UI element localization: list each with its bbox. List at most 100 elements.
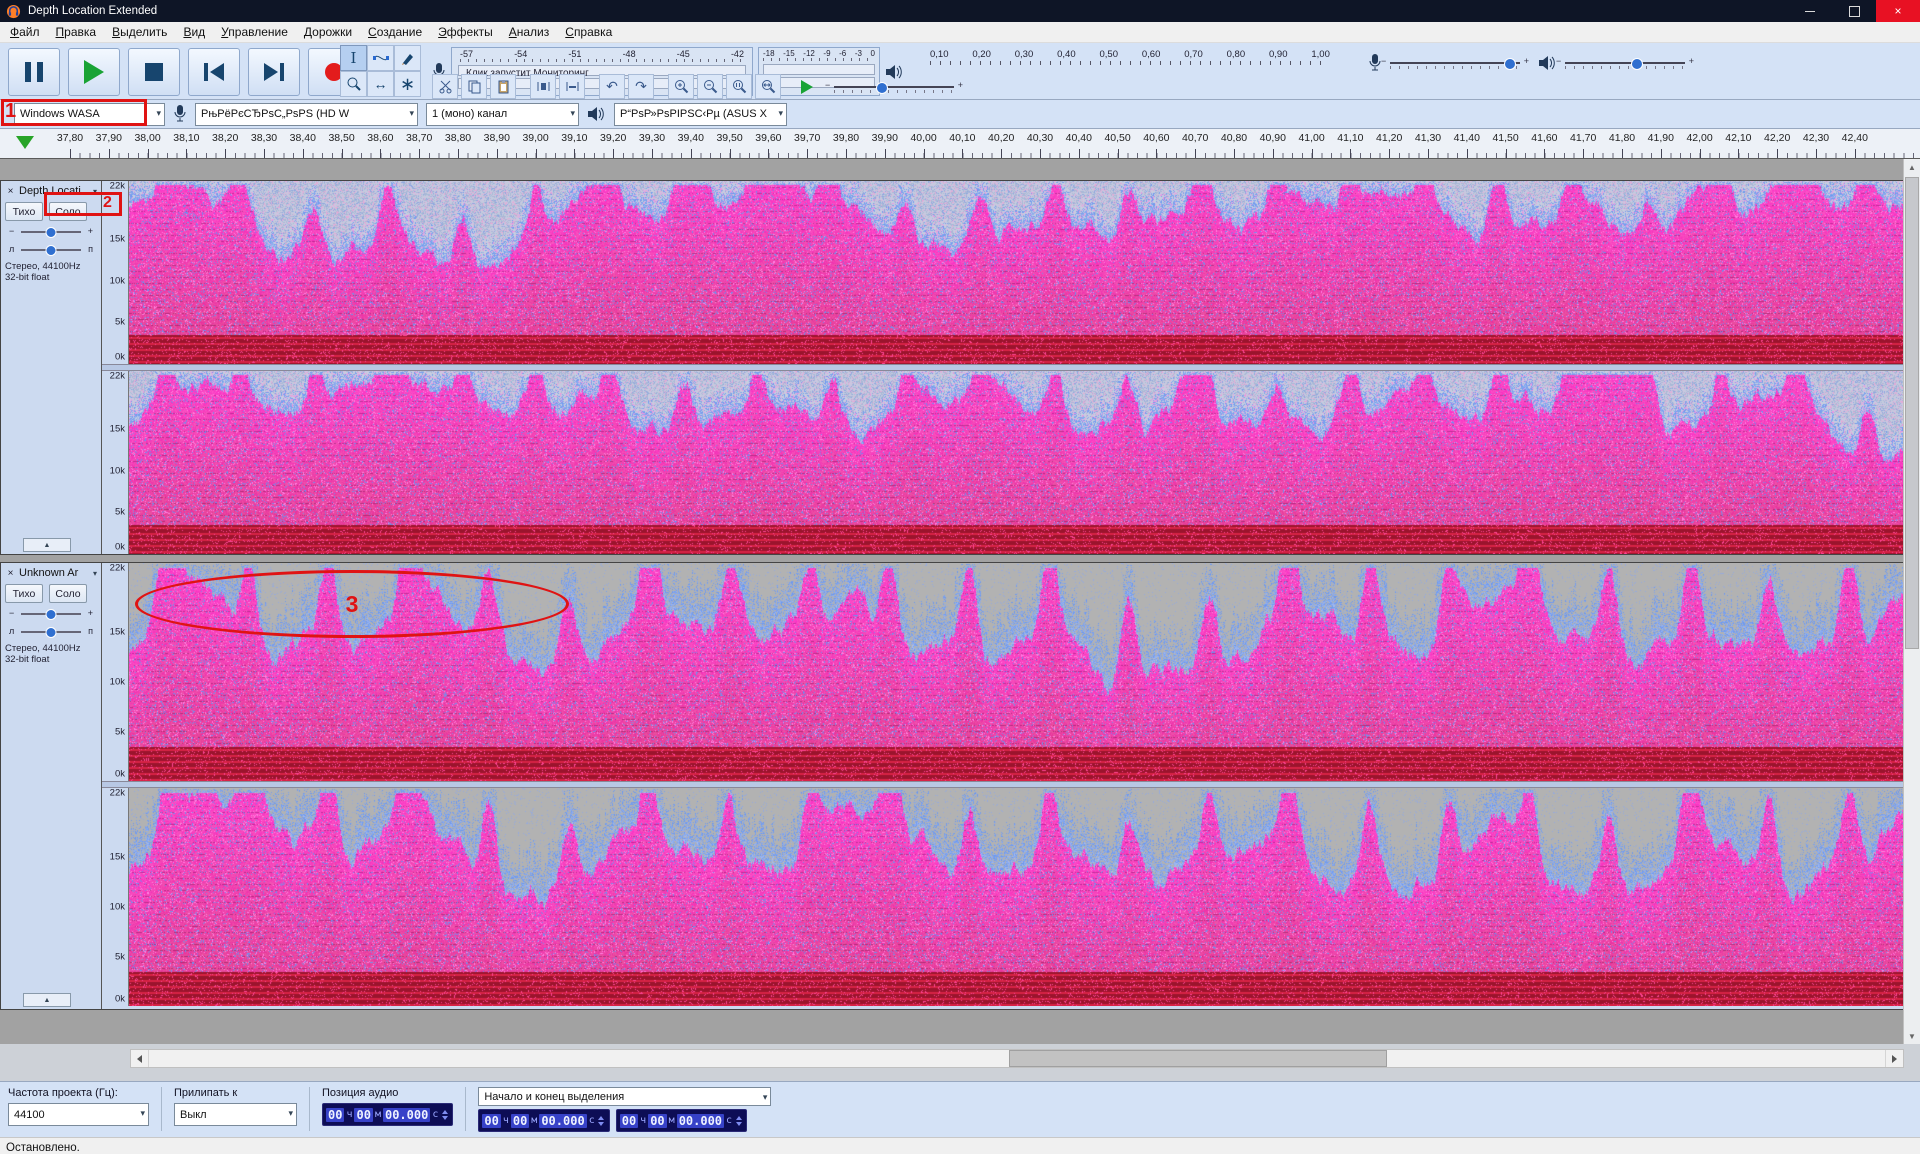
track1-ch2-spectrogram[interactable] [129,371,1903,554]
play-button[interactable] [68,48,120,96]
timeline-tick [1156,149,1158,158]
recording-channels-select[interactable]: 1 (моно) канал [426,102,579,126]
menu-item-9[interactable]: Справка [557,23,620,42]
menu-item-3[interactable]: Вид [175,23,213,42]
titlebar: Depth Location Extended × [0,0,1920,22]
scroll-up-icon[interactable]: ▲ [1904,159,1920,175]
track1-pan-slider[interactable]: лп [9,242,93,257]
track2-gain-slider[interactable]: − + [9,606,93,621]
zoom-in-button[interactable] [668,74,694,99]
timeline-ruler[interactable]: 37,80 37,90 38,00 38,10 38,20 38,30 38,40 38,50… [0,129,1920,159]
timeline-label: 41,80 [1608,132,1636,144]
timeline-tick [186,149,188,158]
track1-collapse-button[interactable]: ▲ [23,538,71,552]
clipboard-icon [498,80,508,94]
menu-item-7[interactable]: Эффекты [430,23,501,42]
skip-to-start-button[interactable] [188,48,240,96]
track1-close-icon[interactable]: × [5,186,16,197]
zoom-selection-button[interactable] [726,74,752,99]
draw-tool-button[interactable] [394,45,421,71]
vertical-scrollbar[interactable]: ▲ ▼ [1903,159,1920,1044]
track2-pan-slider[interactable]: лп [9,624,93,639]
selection-mode-select[interactable]: Начало и конец выделения [478,1087,772,1106]
close-button[interactable]: × [1876,0,1920,22]
undo-button[interactable]: ↶ [599,74,625,99]
minimize-button[interactable] [1788,0,1832,22]
track2-ch2-spectrogram[interactable] [129,788,1903,1006]
skip-to-end-button[interactable] [248,48,300,96]
track-unknown-artist: × Unknown Ar ▾ Тихо Соло − + лп Стерео, 4… [0,562,1904,1010]
audio-position-field[interactable]: 00 ч 00 м 00.000 с [322,1103,454,1126]
playhead-pin-icon[interactable] [16,136,34,149]
menu-item-1[interactable]: Правка [48,23,105,42]
menu-item-4[interactable]: Управление [213,23,296,42]
recording-device-select[interactable]: РњРёРєСЂРѕС„РѕРЅ (HD W [195,102,418,126]
playback-volume-slider[interactable] [1556,55,1694,71]
trim-outside-selection-button[interactable] [530,74,556,99]
time-spinner-icon[interactable] [440,1108,449,1122]
time-spinner-icon[interactable] [734,1114,743,1128]
menu-item-8[interactable]: Анализ [501,23,558,42]
menu-item-0[interactable]: Файл [2,23,48,42]
snap-to-select[interactable]: Выкл [174,1103,297,1126]
track1-menu-chevron-down-icon[interactable]: ▾ [93,187,97,196]
pause-button[interactable] [8,48,60,96]
selection-tool-button[interactable]: I [340,45,367,71]
time-spinner-icon[interactable] [597,1114,606,1128]
scroll-right-icon[interactable] [1885,1050,1903,1067]
menu-item-2[interactable]: Выделить [104,23,175,42]
timeline-tick [846,149,847,158]
toolbar-separator [309,1087,310,1131]
maximize-button[interactable] [1832,0,1876,22]
selection-start-field[interactable]: 00 ч 00 м 00.000 с [478,1109,610,1132]
project-rate-select[interactable]: 44100 [8,1103,149,1126]
track1-solo-button[interactable]: Соло [49,202,87,221]
track1-gain-slider[interactable]: − + [9,224,93,239]
play-speed-thumb[interactable] [876,81,888,94]
track1-ch1-spectrogram[interactable] [129,181,1903,364]
scale-label: 0,20 [972,49,991,60]
zoom-fit-icon [761,80,775,94]
horizontal-scrollbar[interactable] [130,1049,1904,1068]
recording-volume-slider[interactable] [1381,55,1529,71]
menu-item-5[interactable]: Дорожки [296,23,360,42]
multi-tool-button[interactable]: ∗ [394,71,421,97]
scroll-down-icon[interactable]: ▼ [1904,1028,1920,1044]
vertical-scrollbar-thumb[interactable] [1905,177,1919,649]
track1-mute-button[interactable]: Тихо [5,202,43,221]
scroll-left-icon[interactable] [131,1050,149,1067]
timeshift-tool-button[interactable]: ↔ [367,71,394,97]
zoom-out-button[interactable] [697,74,723,99]
audio-host-select[interactable]: Windows WASA [14,102,165,126]
envelope-tool-button[interactable] [367,45,394,71]
timeline-tick [1544,149,1546,158]
silence-selection-button[interactable] [559,74,585,99]
stop-button[interactable] [128,48,180,96]
playback-device-select[interactable]: Р“РѕР»РѕРІРЅС‹Рµ (ASUS X [614,102,787,126]
zoom-fit-button[interactable] [755,74,781,99]
track2-ch1-spectrogram[interactable] [129,563,1903,781]
track2-close-icon[interactable]: × [5,568,16,579]
track2-collapse-button[interactable]: ▲ [23,993,71,1007]
zoom-tool-button[interactable] [340,71,367,97]
cut-button[interactable] [432,74,458,99]
track2-solo-button[interactable]: Соло [49,584,87,603]
timeline-label: 38,40 [289,132,316,144]
scale-label: 0,80 [1226,49,1246,60]
paste-button[interactable] [490,74,516,99]
track2-mute-button[interactable]: Тихо [5,584,43,603]
timeline-tick [458,149,459,158]
track1-name[interactable]: Depth Locati [19,185,90,197]
playback-volume-thumb[interactable] [1631,58,1643,70]
copy-button[interactable] [461,74,487,99]
horizontal-scrollbar-thumb[interactable] [1009,1050,1387,1067]
selection-end-field[interactable]: 00 ч 00 м 00.000 с [615,1109,748,1132]
menu-item-6[interactable]: Создание [360,23,430,42]
horizontal-scroll-zone [0,1044,1920,1081]
redo-button[interactable]: ↷ [628,74,654,99]
track1-ch2-frequency-ruler: 22k 15k 10k 5k 0k [102,371,129,554]
play-speed-slider[interactable] [825,79,963,95]
track2-name[interactable]: Unknown Ar [19,567,90,579]
play-at-speed-button[interactable] [795,75,819,98]
track2-menu-chevron-down-icon[interactable]: ▾ [93,569,97,578]
